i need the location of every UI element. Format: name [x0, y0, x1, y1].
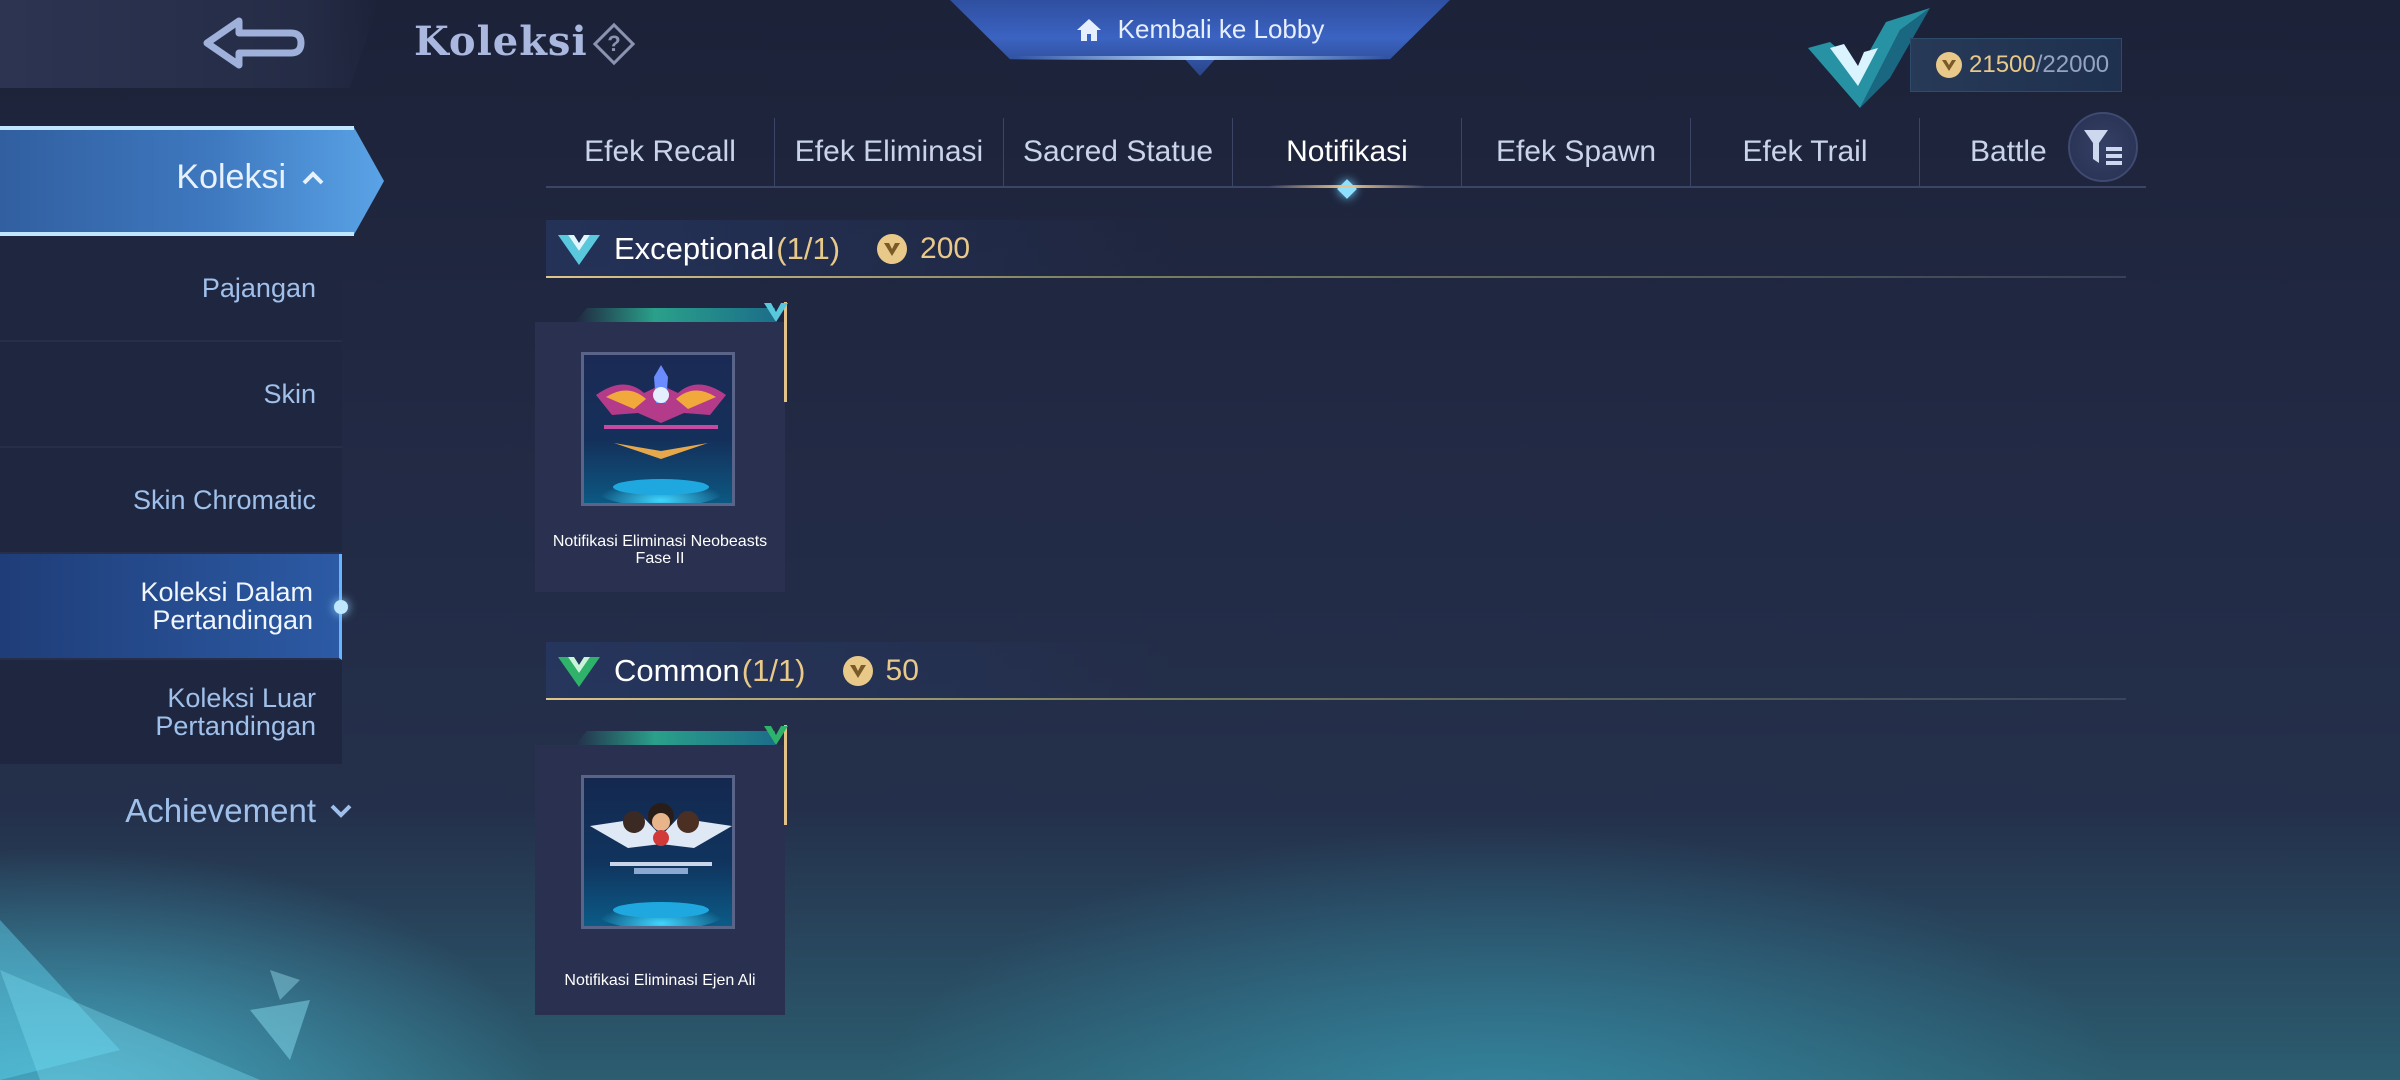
help-icon[interactable]: ?	[592, 22, 636, 66]
sidebar-item-koleksi[interactable]: Koleksi	[0, 126, 384, 236]
chevron-up-icon	[302, 170, 324, 184]
sidebar-item-skin-chromatic[interactable]: Skin Chromatic	[0, 448, 342, 554]
tab-efek-eliminasi[interactable]: Efek Eliminasi	[775, 118, 1004, 186]
tab-label: Notifikasi	[1286, 135, 1408, 168]
card-caption: Notifikasi Eliminasi Ejen Ali	[564, 972, 756, 989]
tab-efek-recall[interactable]: Efek Recall	[546, 118, 775, 186]
achievement-label: Achievement	[125, 792, 316, 829]
sidebar-item-koleksi-dalam-pertandingan[interactable]: Koleksi Dalam Pertandingan	[0, 554, 348, 660]
points-display: 21500/22000	[1800, 8, 2130, 108]
category-tabs: Efek Recall Efek Eliminasi Sacred Statue…	[546, 118, 2146, 199]
tab-label: Efek Spawn	[1495, 135, 1657, 168]
collection-card-neobeasts[interactable]: Notifikasi Eliminasi Neobeasts Fase II	[535, 302, 788, 592]
coin-icon	[877, 234, 908, 264]
points-pill: 21500/22000	[1910, 38, 2122, 92]
coin-icon	[842, 656, 873, 686]
section-header-common: Common (1/1) 50	[546, 642, 2126, 700]
points-value: 21500	[1969, 51, 2036, 78]
section-count: (1/1)	[776, 231, 841, 266]
sidebar-item-skin[interactable]: Skin	[0, 342, 342, 448]
section-divider	[546, 698, 2126, 700]
sidebar-list: Pajangan Skin Skin Chromatic Koleksi Dal…	[0, 236, 348, 766]
sidebar-item-label: Skin	[263, 378, 316, 409]
sidebar-item-label: Koleksi Dalam Pertandingan	[140, 576, 313, 635]
sidebar-item-pajangan[interactable]: Pajangan	[0, 236, 342, 342]
sidebar-item-label: Skin Chromatic	[132, 484, 316, 515]
card-rank-gem-icon	[764, 303, 788, 322]
section-name: Common	[614, 653, 740, 688]
tab-label: Efek Recall	[584, 135, 736, 168]
sidebar-item-label: Koleksi Luar Pertandingan	[155, 682, 316, 741]
back-to-lobby-button[interactable]: Kembali ke Lobby	[950, 0, 1450, 76]
help-question-mark: ?	[607, 31, 621, 56]
sidebar-item-label: Pajangan	[201, 272, 316, 303]
lobby-button-edge	[1014, 56, 1386, 60]
active-indicator-dot	[334, 600, 348, 614]
tab-label: Battle	[1970, 135, 2047, 168]
neobeasts-artwork	[584, 355, 732, 503]
tab-efek-trail[interactable]: Efek Trail	[1691, 118, 1920, 186]
section-name: Exceptional	[614, 231, 775, 266]
filter-icon	[2084, 130, 2122, 165]
lobby-button-label: Kembali ke Lobby	[1117, 14, 1325, 44]
decorative-shards	[0, 920, 310, 1080]
section-header-exceptional: Exceptional (1/1) 200	[546, 220, 2126, 278]
sidebar-item-koleksi-luar-pertandingan[interactable]: Koleksi Luar Pertandingan	[0, 660, 342, 766]
top-bar: Koleksi ? Kembali ke Lobby 21500/22000	[0, 0, 2400, 108]
points-max: /22000	[2035, 51, 2110, 78]
filter-button[interactable]	[2068, 112, 2138, 182]
ejen-ali-artwork	[584, 778, 732, 926]
page-title: Koleksi	[414, 18, 588, 65]
tab-notifikasi[interactable]: Notifikasi	[1233, 118, 1462, 199]
chevron-down-icon	[330, 804, 352, 818]
card-caption: Notifikasi Eliminasi Neobeasts Fase II	[552, 533, 768, 567]
exceptional-rank-icon	[558, 235, 600, 265]
section-count: (1/1)	[741, 653, 806, 688]
back-button[interactable]	[190, 12, 320, 78]
active-tab-marker	[1337, 179, 1357, 199]
section-cost: 50	[885, 654, 919, 687]
sidebar-item-achievement[interactable]: Achievement	[0, 792, 360, 830]
section-divider	[546, 276, 2126, 278]
ejen-ali-thumbnail	[581, 775, 735, 929]
tab-label: Efek Eliminasi	[794, 135, 984, 168]
neobeasts-thumbnail	[581, 352, 735, 506]
tab-label: Efek Trail	[1742, 135, 1868, 168]
tab-label: Sacred Statue	[1022, 135, 1214, 168]
collection-card-ejen-ali[interactable]: Notifikasi Eliminasi Ejen Ali	[535, 725, 788, 1015]
tab-sacred-statue[interactable]: Sacred Statue	[1004, 118, 1233, 186]
card-ribbon	[575, 731, 775, 745]
sidebar-main-glow-top	[0, 126, 354, 130]
coin-icon	[1936, 52, 1962, 78]
section-cost: 200	[920, 232, 971, 265]
common-rank-icon	[558, 657, 600, 687]
sidebar-main-label-wrap: Koleksi	[176, 158, 324, 197]
card-rank-gem-icon	[764, 726, 788, 745]
tab-efek-spawn[interactable]: Efek Spawn	[1462, 118, 1691, 186]
lobby-button-content: Kembali ke Lobby	[950, 14, 1450, 45]
back-arrow-icon	[203, 17, 305, 69]
home-icon	[1076, 18, 1101, 41]
sidebar-main-label: Koleksi	[176, 158, 286, 196]
card-ribbon	[575, 308, 775, 322]
